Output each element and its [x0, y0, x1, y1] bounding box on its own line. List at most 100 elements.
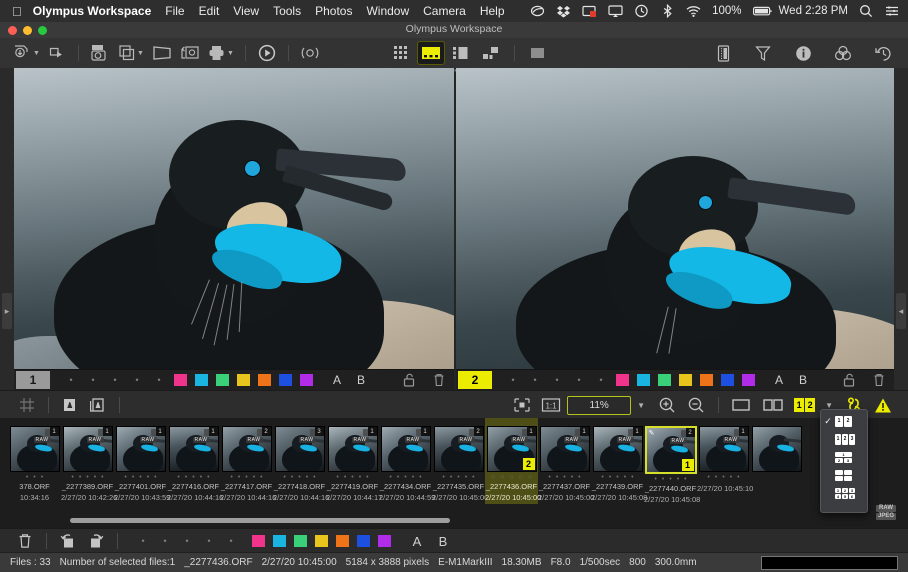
star-1[interactable]: •	[71, 474, 73, 481]
star-3[interactable]: •	[563, 474, 565, 481]
filmstrip-item[interactable]: RAW1•••••_2277437.ORF2/27/20 10:45:00	[538, 418, 591, 504]
star-4[interactable]: •	[568, 375, 590, 385]
zoom-dropdown-caret-icon[interactable]: ▼	[637, 401, 645, 410]
star-2[interactable]: •	[154, 536, 176, 546]
menu-item-file[interactable]: File	[165, 4, 198, 18]
thumbnail-image[interactable]: RAW1	[63, 426, 113, 472]
star-5[interactable]: •	[366, 474, 368, 481]
star-5[interactable]: •	[578, 474, 580, 481]
star-2[interactable]: •	[79, 474, 81, 481]
bluetooth-icon[interactable]	[660, 4, 675, 18]
bottom-star-rating[interactable]: •••••	[132, 536, 242, 546]
highlight-warning-button[interactable]	[57, 394, 83, 416]
layout-option-stacked[interactable]: 1 23	[821, 448, 867, 466]
menu-app-name[interactable]: Olympus Workspace	[33, 4, 166, 18]
rotate-left-button[interactable]	[55, 530, 81, 552]
menu-item-edit[interactable]: Edit	[199, 4, 234, 18]
star-2[interactable]: •	[344, 474, 346, 481]
star-1[interactable]: •	[502, 375, 524, 385]
trash-icon[interactable]	[433, 373, 445, 387]
star-5[interactable]: •	[154, 474, 156, 481]
layout-dropdown[interactable]: ✓ 12 123 1 23 123 456	[820, 409, 868, 513]
photo-2[interactable]	[456, 68, 894, 370]
image-pane-1[interactable]: 1 ••••• A B	[14, 68, 454, 390]
star-1[interactable]: •	[230, 474, 232, 481]
star-rating-2[interactable]: •••••	[502, 375, 612, 385]
star-1[interactable]: •	[389, 474, 391, 481]
filmstrip-item[interactable]: RAW1•••378.ORF10:34:16	[8, 418, 61, 504]
color-label-purple[interactable]	[300, 374, 313, 386]
filmstrip-item[interactable]: RAW12○○○○○_2277436.ORF2/27/20 10:45:00	[485, 418, 538, 504]
filmstrip-item[interactable]: RAW1•••••_2277389.ORF2/27/20 10:42:26	[61, 418, 114, 504]
chevron-down-icon[interactable]: ▼	[137, 50, 144, 57]
trash-button[interactable]	[12, 530, 38, 552]
zoom-out-button[interactable]	[683, 394, 709, 416]
trash-icon[interactable]	[873, 373, 885, 387]
star-4[interactable]: •	[126, 375, 148, 385]
slideshow-button[interactable]	[254, 42, 280, 64]
import-button[interactable]: ▼	[10, 42, 42, 64]
color-label-orange[interactable]	[336, 535, 349, 547]
thumbnail-image[interactable]: RAW1	[699, 426, 749, 472]
star-3[interactable]: •	[546, 375, 568, 385]
star-2[interactable]: •	[715, 474, 717, 481]
export-button[interactable]	[44, 42, 70, 64]
color-label-orange[interactable]	[700, 374, 713, 386]
group-a-button-2[interactable]: A	[771, 373, 787, 387]
single-view-button[interactable]	[525, 42, 551, 64]
layout-option-3x2[interactable]: 123 456	[821, 484, 867, 502]
color-labels-1[interactable]	[174, 374, 321, 386]
left-panel-collapsed[interactable]: ▸	[0, 68, 14, 390]
apple-icon[interactable]: 	[0, 5, 33, 18]
bottom-group-b-button[interactable]: B	[435, 534, 451, 549]
star-4[interactable]: •	[94, 474, 96, 481]
filmstrip-item[interactable]: ✎RAW21•••••_2277440.ORF2/27/20 10:45:08	[644, 418, 697, 504]
color-label-purple[interactable]	[378, 535, 391, 547]
thumbnail-image[interactable]: RAW1	[593, 426, 643, 472]
color-label-blue[interactable]	[721, 374, 734, 386]
star-3[interactable]: •	[245, 474, 247, 481]
multi-view-label-right[interactable]: 2	[805, 398, 815, 412]
batch-process-button[interactable]	[177, 42, 203, 64]
star-5[interactable]: •	[737, 474, 739, 481]
thumbnail-star-rating[interactable]: •••••	[644, 474, 697, 484]
zoom-in-button[interactable]	[654, 394, 680, 416]
print-button[interactable]: ▼	[205, 42, 237, 64]
menu-item-view[interactable]: View	[233, 4, 273, 18]
star-3[interactable]: ○	[509, 474, 513, 481]
star-2[interactable]: •	[450, 474, 452, 481]
split-view-button[interactable]	[448, 42, 474, 64]
color-label-blue[interactable]	[357, 535, 370, 547]
palette-button[interactable]	[710, 42, 736, 64]
layout-option-1x3[interactable]: 123	[821, 430, 867, 448]
star-5[interactable]: •	[260, 474, 262, 481]
warning-button[interactable]	[870, 394, 896, 416]
fit-to-window-button[interactable]	[509, 394, 535, 416]
filmstrip-item[interactable]: RAW1•••••_2277401.ORF2/27/20 10:43:59	[114, 418, 167, 504]
star-1[interactable]: •	[548, 474, 550, 481]
star-3[interactable]: •	[404, 474, 406, 481]
thumbnail-star-rating[interactable]: •••••	[379, 472, 432, 482]
star-1[interactable]: •	[26, 474, 28, 481]
unlock-icon[interactable]	[843, 373, 855, 387]
star-3[interactable]: •	[616, 474, 618, 481]
star-5[interactable]: •	[590, 375, 612, 385]
star-5[interactable]: •	[313, 474, 315, 481]
star-5[interactable]: •	[472, 474, 474, 481]
star-5[interactable]: •	[220, 536, 242, 546]
star-4[interactable]: •	[624, 474, 626, 481]
photo-1[interactable]	[14, 68, 454, 370]
rotate-right-button[interactable]	[83, 530, 109, 552]
star-5[interactable]: •	[148, 375, 170, 385]
group-b-button-2[interactable]: B	[795, 373, 811, 387]
filmstrip-item[interactable]: RAW1•••••2/27/20 10:45:10	[697, 418, 750, 504]
star-3[interactable]: •	[176, 536, 198, 546]
star-1[interactable]: •	[654, 476, 656, 483]
color-label-green[interactable]	[294, 535, 307, 547]
star-3[interactable]: •	[86, 474, 88, 481]
star-3[interactable]: •	[41, 474, 43, 481]
star-5[interactable]: •	[631, 474, 633, 481]
star-3[interactable]: •	[722, 474, 724, 481]
search-icon[interactable]	[859, 4, 874, 18]
color-label-pink[interactable]	[252, 535, 265, 547]
